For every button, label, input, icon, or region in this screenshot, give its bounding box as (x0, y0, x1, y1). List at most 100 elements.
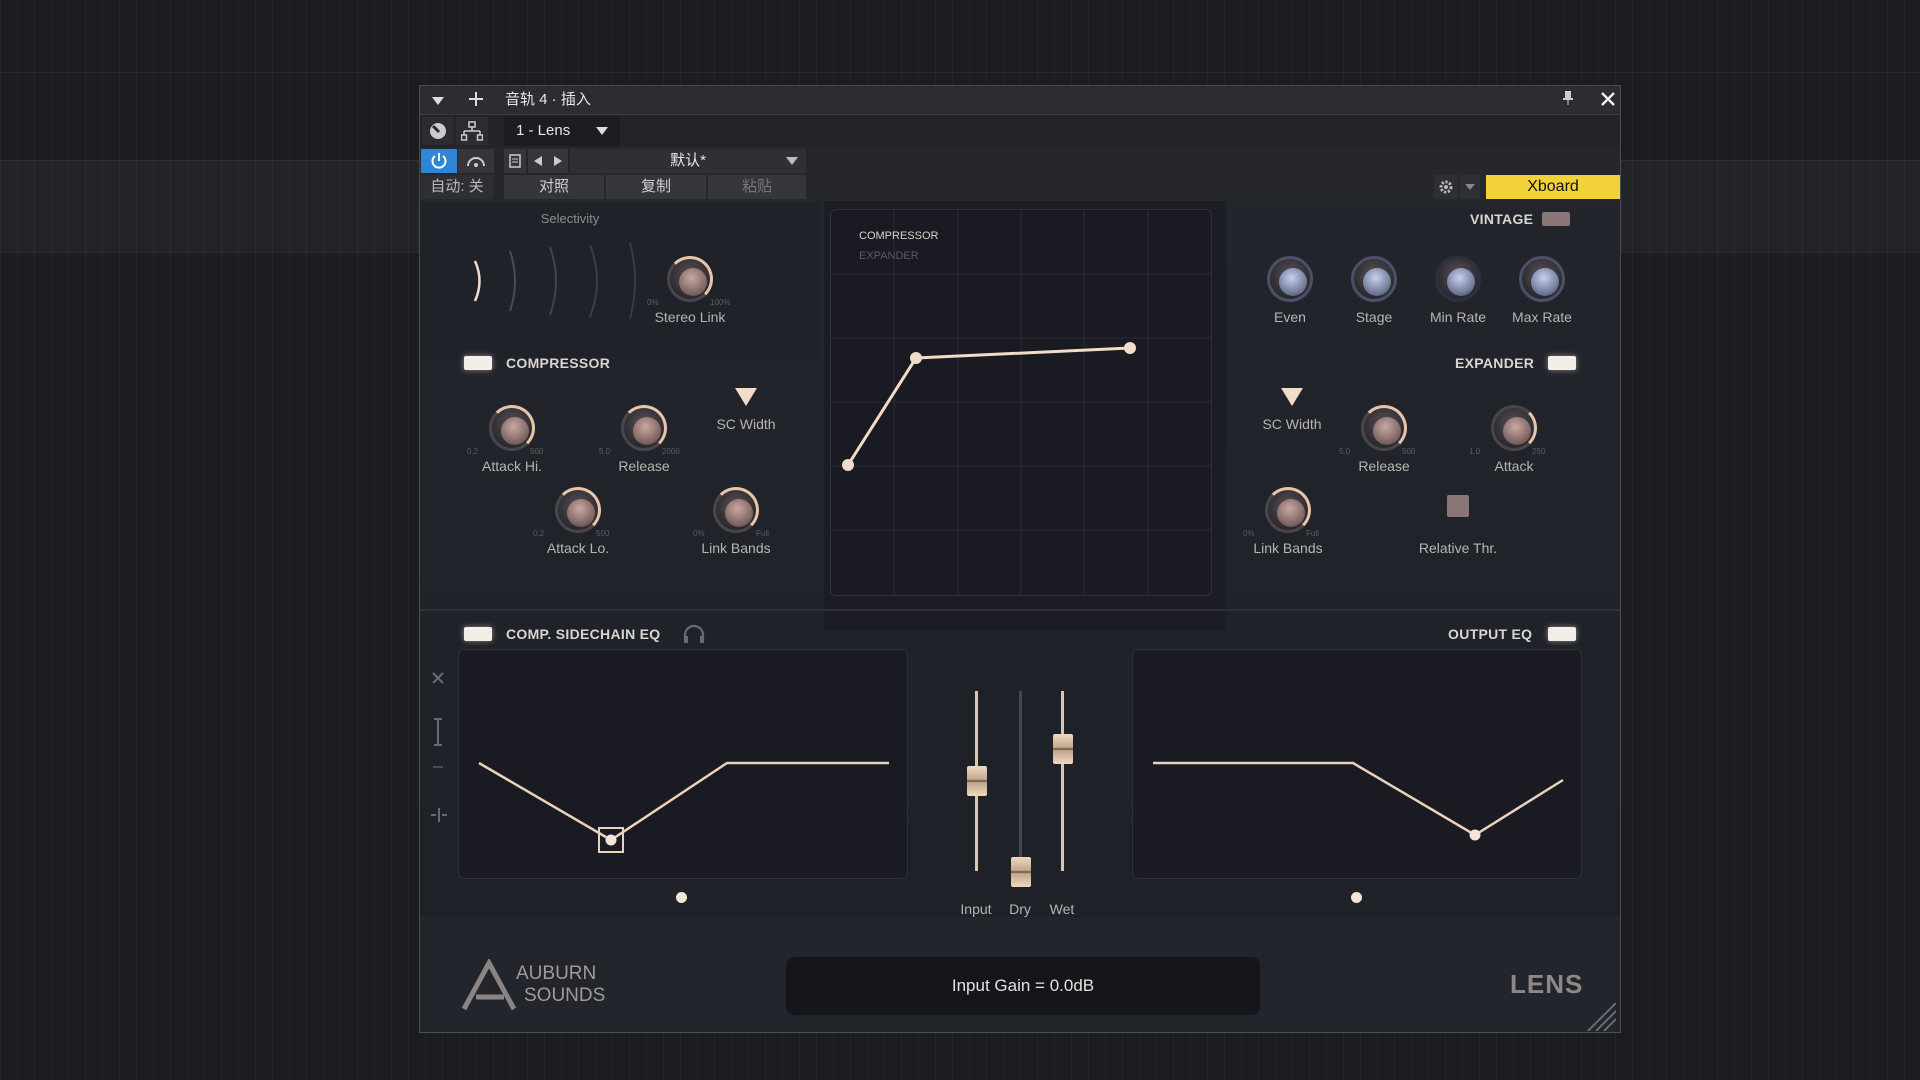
attack-hi-max: 500 (530, 447, 544, 456)
add-icon[interactable] (464, 86, 488, 114)
sc-width-triangle-icon[interactable] (735, 388, 757, 406)
brand-line2: SOUNDS (524, 985, 606, 1006)
expander-sc-width-label: SC Width (1262, 416, 1322, 432)
min-rate-knob[interactable] (1435, 256, 1481, 302)
vertical-range-icon[interactable] (433, 717, 443, 747)
output-eq-header: OUTPUT EQ (1448, 626, 1533, 642)
wet-fader-handle[interactable] (1053, 734, 1073, 764)
power-icon (431, 153, 447, 169)
listen-button[interactable] (458, 149, 494, 173)
xboard-button[interactable]: Xboard (1486, 175, 1620, 199)
power-button[interactable] (421, 149, 457, 173)
automation-button[interactable]: 自动: 关 (421, 175, 493, 199)
attack-lo-knob[interactable] (555, 487, 601, 533)
compressor-link-bands-knob[interactable] (713, 487, 759, 533)
reset-x-icon[interactable] (431, 671, 445, 685)
compressor-release-knob[interactable] (621, 405, 667, 451)
stage-knob[interactable] (1351, 256, 1397, 302)
status-display: Input Gain = 0.0dB (786, 957, 1260, 1015)
split-icon[interactable] (430, 807, 448, 823)
stereo-link-knob[interactable] (667, 256, 713, 302)
output-eq-graph[interactable] (1132, 649, 1582, 879)
wet-fader-label: Wet (1049, 901, 1075, 917)
expander-release-knob[interactable] (1361, 405, 1407, 451)
expander-link-bands-knob[interactable] (1265, 487, 1311, 533)
plugin-slot-selector[interactable]: 1 - Lens (504, 116, 620, 146)
expander-header: EXPANDER (1455, 355, 1535, 371)
input-fader-handle[interactable] (967, 766, 987, 796)
selectivity-curves[interactable] (470, 241, 640, 321)
sidechain-eq-scroll-handle[interactable] (676, 892, 687, 903)
attack-hi-label: Attack Hi. (482, 458, 542, 474)
pin-icon[interactable] (1556, 86, 1580, 114)
relative-thr-label: Relative Thr. (1418, 540, 1498, 556)
compressor-sc-width-label: SC Width (716, 416, 776, 432)
release-max: 2000 (662, 447, 680, 456)
output-eq-scroll-handle[interactable] (1351, 892, 1362, 903)
exp-attack-min: 1.0 (1469, 447, 1481, 456)
brand-line1: AUBURN (516, 963, 597, 984)
auburn-sounds-logo-icon (461, 959, 517, 1011)
paste-button[interactable]: 粘贴 (708, 175, 806, 199)
attack-lo-min: 0.2 (533, 529, 545, 538)
exp-release-min: 5.0 (1339, 447, 1351, 456)
sidechain-eq-toggle[interactable] (464, 627, 492, 641)
exp-link-bands-min: 0% (1243, 529, 1255, 538)
graph-mode-compressor[interactable]: COMPRESSOR (859, 230, 938, 242)
brand-logo-text: AUBURN SOUNDS (516, 963, 605, 1007)
sidechain-eq-header: COMP. SIDECHAIN EQ (506, 626, 661, 642)
compressor-header: COMPRESSOR (506, 355, 611, 371)
routing-icon-button[interactable] (456, 117, 488, 145)
max-rate-knob[interactable] (1519, 256, 1565, 302)
graph-mode-expander[interactable]: EXPANDER (859, 250, 919, 262)
window-titlebar[interactable]: 音轨 4 · 插入 (420, 86, 1620, 115)
menu-dropdown-icon[interactable] (426, 86, 450, 114)
headphones-icon[interactable] (682, 624, 706, 644)
settings-button[interactable] (1434, 175, 1458, 199)
release-min: 5.0 (599, 447, 611, 456)
minus-icon[interactable] (431, 765, 445, 769)
relative-thr-toggle[interactable] (1447, 495, 1469, 517)
link-bands-max: Full (756, 529, 769, 538)
wet-fader-track[interactable] (1061, 691, 1064, 871)
window-title: 音轨 4 · 插入 (505, 91, 591, 108)
daw-divider (0, 72, 1920, 73)
compare-button[interactable]: 对照 (504, 175, 604, 199)
exp-attack-max: 250 (1532, 447, 1546, 456)
sidechain-eq-graph[interactable] (458, 649, 908, 879)
stereo-link-min: 0% (647, 298, 659, 307)
chevron-down-icon (596, 127, 608, 135)
compressor-toggle[interactable] (464, 356, 492, 370)
chevron-down-icon (1465, 184, 1475, 190)
transfer-graph[interactable]: COMPRESSOR EXPANDER (830, 209, 1212, 596)
arc-icon (467, 157, 485, 167)
close-icon[interactable] (1596, 86, 1620, 114)
output-eq-toggle[interactable] (1548, 627, 1576, 641)
next-preset-button[interactable] (548, 149, 568, 173)
preset-selector[interactable]: 默认* (570, 149, 806, 173)
max-rate-label: Max Rate (1512, 309, 1572, 325)
even-knob[interactable] (1267, 256, 1313, 302)
preset-file-button[interactable] (504, 149, 526, 173)
attack-lo-label: Attack Lo. (546, 540, 610, 556)
preset-name: 默认* (670, 152, 706, 169)
expander-release-label: Release (1358, 458, 1410, 474)
selectivity-label: Selectivity (540, 211, 600, 226)
prev-preset-button[interactable] (528, 149, 548, 173)
resize-grip-icon[interactable] (1582, 997, 1616, 1031)
chevron-down-icon (786, 157, 798, 165)
copy-button[interactable]: 复制 (606, 175, 706, 199)
expander-sc-width-triangle-icon[interactable] (1281, 388, 1303, 406)
dry-fader-track[interactable] (1019, 691, 1022, 871)
compressor-link-bands-label: Link Bands (701, 540, 771, 556)
vintage-toggle[interactable] (1542, 212, 1570, 226)
stereo-link-label: Stereo Link (654, 309, 726, 325)
dry-fader-handle[interactable] (1011, 857, 1031, 887)
attack-hi-knob[interactable] (489, 405, 535, 451)
gear-icon (1439, 180, 1453, 194)
expander-attack-knob[interactable] (1491, 405, 1537, 451)
settings-dropdown[interactable] (1460, 175, 1480, 199)
bypass-icon-button[interactable] (422, 117, 454, 145)
section-divider (420, 609, 1620, 611)
expander-toggle[interactable] (1548, 356, 1576, 370)
